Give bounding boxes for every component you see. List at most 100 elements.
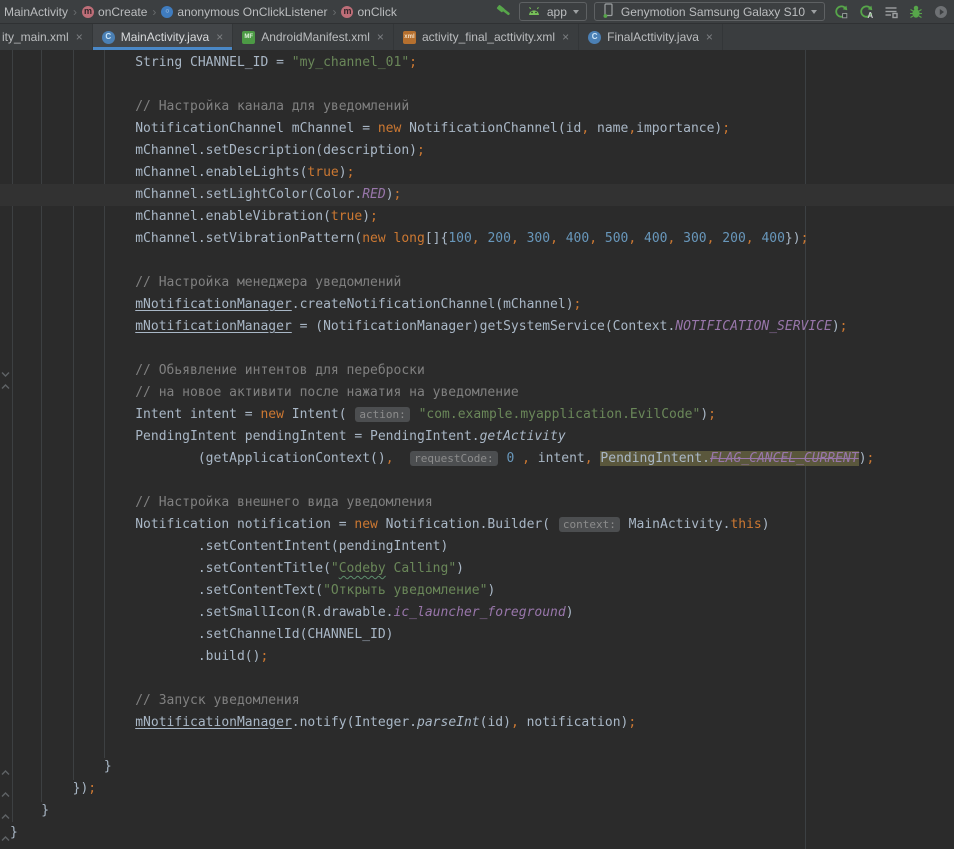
fold-marker-icon[interactable] (1, 784, 10, 791)
device-label: Genymotion Samsung Galaxy S10 (621, 5, 805, 19)
breadcrumb: MainActivity › m onCreate › ○ anonymous OnClic… (2, 5, 399, 19)
method-icon: m (341, 6, 353, 18)
close-icon[interactable]: × (562, 30, 569, 44)
android-studio-window: MainActivity › m onCreate › ○ anonymous OnClic… (0, 0, 954, 849)
close-icon[interactable]: × (377, 30, 384, 44)
fold-marker-icon[interactable] (1, 828, 10, 835)
breadcrumb-separator: › (332, 5, 336, 19)
code-line[interactable]: Notification notification = new Notifica… (0, 514, 954, 536)
tab-label: MainActivity.java (121, 30, 209, 44)
breadcrumb-item-anonymous-onclicklistener[interactable]: ○ anonymous OnClickListener (159, 5, 329, 19)
xml-file-icon: xml (403, 31, 416, 44)
fold-marker-icon[interactable] (1, 762, 10, 769)
java-class-icon: C (588, 31, 601, 44)
code-line[interactable]: (getApplicationContext(), requestCode: 0… (0, 448, 954, 470)
code-line[interactable]: // Настройка менеджера уведомлений (0, 272, 954, 294)
breadcrumb-item-mainactivity[interactable]: MainActivity (2, 5, 70, 19)
close-icon[interactable]: × (216, 30, 223, 44)
tab-mainactivity-java[interactable]: C MainActivity.java × (93, 24, 234, 50)
code-line[interactable]: // Запуск уведомления (0, 690, 954, 712)
code-line[interactable]: .setContentTitle("Codeby Calling") (0, 558, 954, 580)
code-line[interactable]: } (0, 800, 954, 822)
code-line[interactable] (0, 250, 954, 272)
code-line[interactable]: mChannel.enableVibration(true); (0, 206, 954, 228)
debug-icon[interactable] (907, 3, 925, 21)
java-class-icon: C (102, 31, 115, 44)
anonymous-class-icon: ○ (161, 6, 173, 18)
editor-tab-bar: ity_main.xml × C MainActivity.java × MF Androi… (0, 24, 954, 50)
tab-label: AndroidManifest.xml (261, 30, 370, 44)
code-line[interactable]: // Обьявление интентов для переброски (0, 360, 954, 382)
tab-finalacttivity-java[interactable]: C FinalActtivity.java × (579, 24, 723, 50)
code-line[interactable] (0, 470, 954, 492)
phone-icon (602, 3, 615, 21)
breadcrumb-label: onCreate (98, 5, 147, 19)
fold-marker-icon[interactable] (1, 364, 10, 371)
breadcrumb-label: onClick (357, 5, 396, 19)
code-line[interactable]: .setContentText("Открыть уведомление") (0, 580, 954, 602)
breadcrumb-label: MainActivity (4, 5, 68, 19)
run-toolbar: app Genymotion Samsung Galaxy S10 (494, 2, 950, 21)
apply-changes-icon[interactable] (832, 3, 850, 21)
code-line[interactable]: } (0, 822, 954, 844)
tab-label: ity_main.xml (2, 30, 69, 44)
code-line[interactable]: PendingIntent pendingIntent = PendingInt… (0, 426, 954, 448)
param-hint: action: (355, 407, 409, 422)
top-toolbar: MainActivity › m onCreate › ○ anonymous OnClic… (0, 0, 954, 24)
breadcrumb-label: anonymous OnClickListener (177, 5, 327, 19)
code-area: String CHANNEL_ID = "my_channel_01"; // … (0, 52, 954, 844)
code-line[interactable]: .setChannelId(CHANNEL_ID) (0, 624, 954, 646)
chevron-down-icon (811, 10, 817, 14)
code-line[interactable]: mNotificationManager.createNotificationC… (0, 294, 954, 316)
tab-androidmanifest-xml[interactable]: MF AndroidManifest.xml × (233, 24, 394, 50)
run-configuration-label: app (547, 5, 567, 19)
list-icon[interactable] (882, 3, 900, 21)
code-line[interactable]: Intent intent = new Intent( action: "com… (0, 404, 954, 426)
breadcrumb-item-onclick[interactable]: m onClick (339, 5, 398, 19)
param-hint: context: (559, 517, 620, 532)
code-line[interactable] (0, 74, 954, 96)
svg-text:A: A (867, 11, 873, 20)
tab-label: FinalActtivity.java (607, 30, 699, 44)
run-configuration-select[interactable]: app (519, 2, 587, 21)
chevron-down-icon (573, 10, 579, 14)
breadcrumb-separator: › (152, 5, 156, 19)
method-icon: m (82, 6, 94, 18)
fold-marker-icon[interactable] (1, 806, 10, 813)
code-line[interactable]: mChannel.setVibrationPattern(new long[]{… (0, 228, 954, 250)
code-editor[interactable]: String CHANNEL_ID = "my_channel_01"; // … (0, 50, 954, 849)
code-line[interactable] (0, 734, 954, 756)
code-line[interactable]: String CHANNEL_ID = "my_channel_01"; (0, 52, 954, 74)
code-line[interactable]: mChannel.setDescription(description); (0, 140, 954, 162)
code-line[interactable]: } (0, 756, 954, 778)
tab-label: activity_final_acttivity.xml (422, 30, 555, 44)
breadcrumb-separator: › (73, 5, 77, 19)
code-line[interactable]: .build(); (0, 646, 954, 668)
tab-ity-main-xml[interactable]: ity_main.xml × (0, 24, 93, 50)
code-line[interactable]: }); (0, 778, 954, 800)
code-line[interactable]: // Настройка канала для уведомлений (0, 96, 954, 118)
code-line[interactable]: // Настройка внешнего вида уведомления (0, 492, 954, 514)
close-icon[interactable]: × (76, 30, 83, 44)
code-line[interactable]: mNotificationManager = (NotificationMana… (0, 316, 954, 338)
breadcrumb-item-oncreate[interactable]: m onCreate (80, 5, 149, 19)
build-hammer-icon[interactable] (494, 3, 512, 21)
param-hint: requestCode: (410, 451, 497, 466)
code-line[interactable] (0, 338, 954, 360)
code-line[interactable]: mChannel.setLightColor(Color.RED); (0, 184, 954, 206)
profile-icon[interactable] (932, 3, 950, 21)
apply-code-changes-icon[interactable]: A (857, 3, 875, 21)
close-icon[interactable]: × (706, 30, 713, 44)
code-line[interactable]: mNotificationManager.notify(Integer.pars… (0, 712, 954, 734)
code-line[interactable]: .setContentIntent(pendingIntent) (0, 536, 954, 558)
tab-activity-final-acttivity-xml[interactable]: xml activity_final_acttivity.xml × (394, 24, 579, 50)
android-app-icon (527, 5, 541, 19)
code-line[interactable]: .setSmallIcon(R.drawable.ic_launcher_for… (0, 602, 954, 624)
manifest-file-icon: MF (242, 31, 255, 44)
code-line[interactable]: mChannel.enableLights(true); (0, 162, 954, 184)
code-line[interactable] (0, 668, 954, 690)
device-select[interactable]: Genymotion Samsung Galaxy S10 (594, 2, 825, 21)
code-line[interactable]: // на новое активити после нажатия на ув… (0, 382, 954, 404)
fold-marker-icon[interactable] (1, 376, 10, 383)
code-line[interactable]: NotificationChannel mChannel = new Notif… (0, 118, 954, 140)
